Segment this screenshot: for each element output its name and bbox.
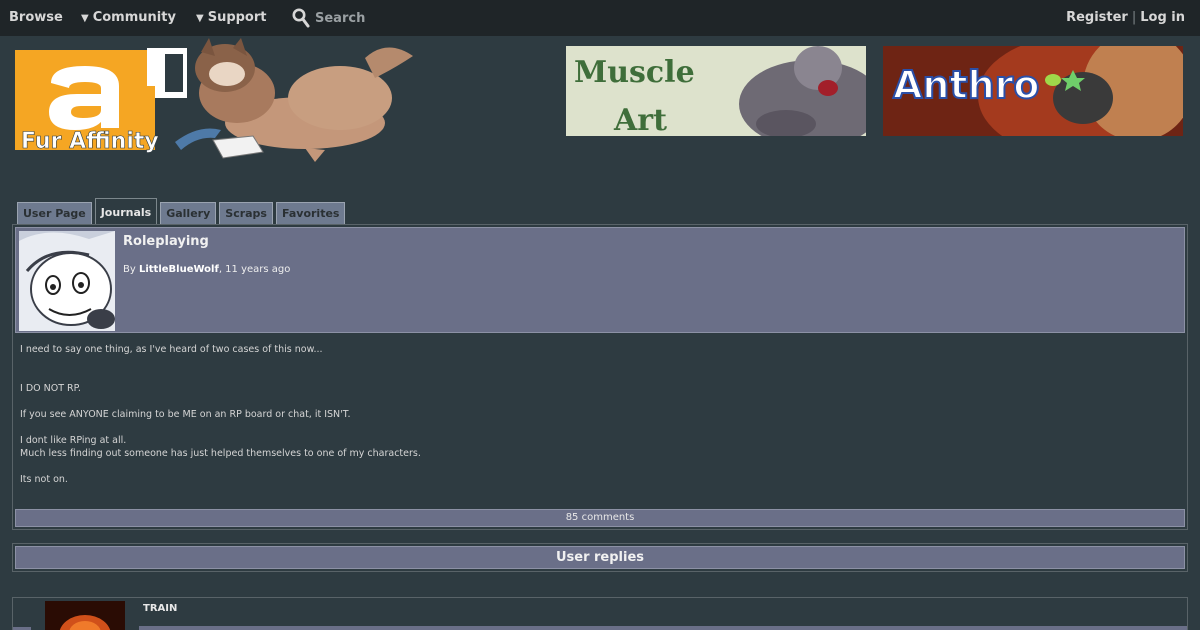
top-nav: Browse ▼ Community ▼ Support Search Regist… bbox=[0, 0, 1200, 36]
triangle-down-icon: ▼ bbox=[196, 13, 204, 24]
logo-mascot-image: Fur Affinity bbox=[15, 38, 413, 162]
user-replies-section: User replies bbox=[12, 543, 1188, 572]
journal-line: If you see ANYONE claiming to be ME on a… bbox=[20, 409, 351, 420]
search-label: Search bbox=[315, 10, 366, 26]
auth-links: Register | Log in bbox=[1066, 0, 1185, 36]
site-logo[interactable]: Fur Affinity bbox=[15, 38, 425, 163]
anthro-banner-image: Anthro bbox=[883, 46, 1183, 136]
journal-line: Much less finding out someone has just h… bbox=[20, 448, 421, 459]
triangle-down-icon: ▼ bbox=[81, 13, 89, 24]
muscle-banner-image: Muscle Art bbox=[566, 46, 866, 136]
muscle-banner-line2: Art bbox=[613, 103, 667, 136]
journal-age: , 11 years ago bbox=[218, 264, 291, 275]
reply-avatar[interactable] bbox=[45, 601, 125, 630]
nav-support[interactable]: ▼ Support bbox=[196, 0, 267, 36]
muscle-banner-line1: Muscle bbox=[574, 55, 695, 90]
reply-header-bar bbox=[139, 626, 1187, 630]
register-link[interactable]: Register bbox=[1066, 10, 1128, 25]
anthro-banner-text: Anthro bbox=[893, 63, 1040, 107]
journal-line bbox=[20, 369, 1170, 382]
profile-tabs: User Page Journals Gallery Scraps Favori… bbox=[17, 198, 346, 224]
tab-favorites[interactable]: Favorites bbox=[275, 202, 346, 224]
magnifier-icon bbox=[292, 8, 310, 28]
nav-support-label: Support bbox=[207, 10, 267, 25]
journal-line: I need to say one thing, as I've heard o… bbox=[20, 344, 323, 355]
auth-separator: | bbox=[1131, 10, 1137, 25]
journal-container: Roleplaying By LittleBlueWolf, 11 years … bbox=[12, 224, 1188, 530]
journal-line: Its not on. bbox=[20, 474, 68, 485]
nav-community[interactable]: ▼ Community bbox=[81, 0, 176, 36]
search-button[interactable]: Search bbox=[292, 7, 365, 29]
journal-body: I need to say one thing, as I've heard o… bbox=[20, 343, 1170, 486]
reply-item: TRAIN bbox=[12, 597, 1188, 630]
tab-gallery[interactable]: Gallery bbox=[160, 202, 217, 224]
avatar-image bbox=[19, 231, 115, 331]
author-avatar[interactable] bbox=[19, 231, 115, 331]
user-replies-heading: User replies bbox=[15, 546, 1185, 569]
comments-count-button[interactable]: 85 comments bbox=[15, 509, 1185, 527]
byline-prefix: By bbox=[123, 264, 136, 275]
tab-user-page[interactable]: User Page bbox=[17, 202, 92, 224]
nav-browse[interactable]: Browse bbox=[9, 0, 63, 36]
banner-muscle-art[interactable]: Muscle Art bbox=[566, 46, 866, 136]
nav-community-label: Community bbox=[92, 10, 176, 25]
journal-line: I DO NOT RP. bbox=[20, 383, 81, 394]
journal-header: Roleplaying By LittleBlueWolf, 11 years … bbox=[15, 227, 1185, 333]
tab-journals[interactable]: Journals bbox=[94, 198, 158, 224]
author-link[interactable]: LittleBlueWolf bbox=[139, 264, 219, 275]
journal-byline: By LittleBlueWolf, 11 years ago bbox=[123, 264, 290, 275]
journal-line bbox=[20, 356, 1170, 369]
reply-avatar-image bbox=[45, 601, 125, 630]
journal-title: Roleplaying bbox=[123, 234, 209, 249]
journal-line bbox=[20, 421, 1170, 434]
journal-line bbox=[20, 460, 1170, 473]
login-link[interactable]: Log in bbox=[1140, 10, 1185, 25]
journal-line bbox=[20, 395, 1170, 408]
reply-username[interactable]: TRAIN bbox=[143, 603, 177, 614]
logo-text: Fur Affinity bbox=[21, 129, 159, 154]
tab-scraps[interactable]: Scraps bbox=[219, 202, 273, 224]
journal-line: I dont like RPing at all. bbox=[20, 435, 127, 446]
banner-anthro[interactable]: Anthro bbox=[883, 46, 1183, 136]
